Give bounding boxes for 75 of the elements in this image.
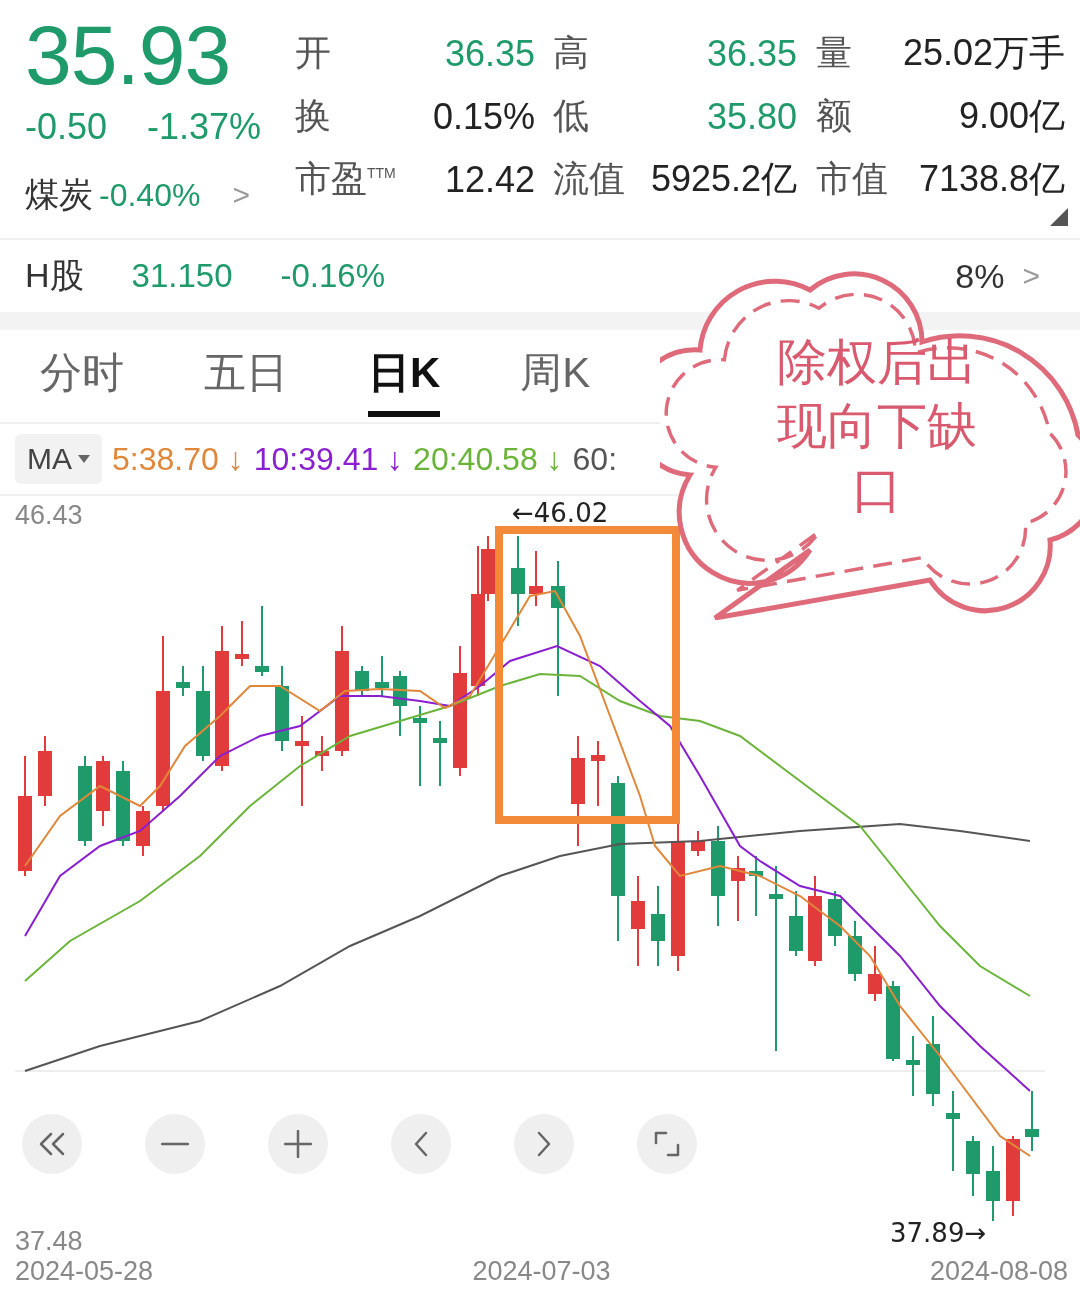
moving-average-value: 20:40.58 ↓ [413,440,563,478]
candlestick [96,755,110,827]
stat-value: 25.02万手 [901,31,1065,75]
candlestick [1025,1090,1039,1152]
candlestick [255,605,269,677]
expand-corner-icon[interactable] [1050,208,1068,226]
stat-value: 7138.8亿 [917,157,1065,201]
chevron-left-icon [414,1131,428,1157]
stat-value: 36.35 [705,32,797,75]
candlestick [433,720,447,787]
indicator-dropdown[interactable]: MA [15,434,102,484]
period-tab[interactable]: 周K [520,335,591,417]
stat-label: 低 [553,94,589,138]
stat-value: 0.15% [431,95,535,138]
double-chevron-left-icon [38,1132,66,1156]
candlestick [966,1135,980,1197]
stat-value: 36.35 [443,32,535,75]
current-price: 35.93 [25,10,232,100]
candlestick [235,620,249,667]
price-change: -0.50 [25,106,108,148]
period-tab[interactable]: 日K [368,335,441,417]
date-label: 2024-05-28 [15,1256,154,1287]
moving-average-value: 60: [572,440,618,478]
stat-value: 5925.2亿 [649,157,797,201]
date-label: 2024-07-03 [472,1256,611,1287]
candlestick [355,665,369,697]
candlestick [38,735,52,807]
minus-icon [161,1142,189,1146]
stat-value: 35.80 [705,95,797,138]
candlestick [828,890,842,947]
chevron-right-icon [537,1131,551,1157]
moving-average-value: 5:38.70 ↓ [112,440,244,478]
stat-label: 换 [295,94,331,138]
candlestick [529,550,543,607]
plus-icon [284,1130,312,1158]
axis-min-label: 37.48 [15,1226,83,1257]
low-price-marker: 37.89→ [890,1218,987,1248]
callout-text: 除权后出现向下缺口 [776,333,978,520]
percent-change: -1.37% [147,106,262,148]
stat-label: 流值 [553,157,625,201]
stat-label: 额 [816,94,852,138]
stat-label: 高 [553,31,589,75]
candlestick [591,740,605,807]
sector-change: -0.40% [99,176,201,214]
fullscreen-icon [654,1131,680,1157]
candlestick [176,665,190,697]
axis-max-label: 46.43 [15,500,83,531]
candlestick [749,855,763,917]
h-share-label: H股 [25,255,84,296]
h-share-price: 31.150 [131,257,233,295]
stat-value: 12.42 [443,158,535,201]
candlestick [691,830,705,857]
stat-label: 开 [295,31,331,75]
stat-label: 市值 [816,157,888,201]
candlestick [393,670,407,737]
candlestick [315,735,329,772]
stat-label: 市盈$^{TTM}$ [295,157,396,201]
candlestick [375,655,389,697]
candlestick [731,855,745,922]
candlestick [868,945,882,1002]
period-tab[interactable]: 分时 [40,335,124,417]
h-share-change: -0.16% [280,257,386,295]
candlestick [136,805,150,857]
candlestick [848,920,862,982]
candlestick [789,890,803,957]
sector-name: 煤炭 [25,174,93,215]
candlestick [906,1035,920,1097]
high-price-marker: ←46.02 [512,498,609,528]
period-tab[interactable]: 五日 [204,335,288,417]
stat-label: 量 [816,31,852,75]
premium-text: 8% [955,256,1005,296]
stat-value: 9.00亿 [957,94,1065,138]
date-label: 2024-08-08 [929,1256,1068,1287]
moving-average-value: 10:39.41 ↓ [253,440,404,478]
caret-down-icon [78,455,90,463]
